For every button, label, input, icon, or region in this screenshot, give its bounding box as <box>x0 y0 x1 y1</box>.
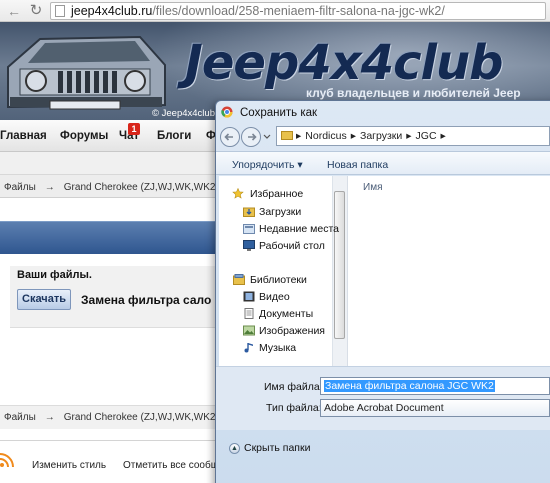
recent-places-icon <box>243 224 255 234</box>
breadcrumb-files[interactable]: Файлы <box>4 412 36 423</box>
nav-item-libraries[interactable]: Библиотеки <box>250 274 307 286</box>
url-field[interactable]: jeep4x4club.ru/files/download/258-meniae… <box>50 2 546 20</box>
back-arrow-icon[interactable]: ← <box>6 3 22 19</box>
dialog-title: Сохранить как <box>240 107 318 119</box>
nav-item-home[interactable]: Главная <box>0 130 47 142</box>
url-path: /files/download/258-meniaem-filtr-salona… <box>152 4 445 18</box>
music-icon <box>244 343 253 353</box>
filename-value: Замена фильтра салона JGC WK2 <box>324 380 495 392</box>
file-title: Замена фильтра сало <box>81 293 212 307</box>
mark-all-read-link[interactable]: Отметить все сообщ <box>123 460 219 471</box>
hide-folders-button[interactable]: Скрыть папки <box>244 442 310 454</box>
folder-icon <box>281 131 293 140</box>
filetype-label: Тип файла: <box>266 402 322 414</box>
nav-item-documents[interactable]: Документы <box>259 308 313 320</box>
chrome-icon <box>221 106 233 118</box>
dialog-fields-area <box>216 366 550 430</box>
path-segment[interactable]: JGC <box>416 130 437 142</box>
change-style-link[interactable]: Изменить стиль <box>32 460 106 471</box>
path-segment[interactable]: Загрузки <box>360 130 402 142</box>
path-segment[interactable]: Nordicus <box>305 130 346 142</box>
nav-item-forums[interactable]: Форумы <box>60 130 108 142</box>
documents-icon <box>244 308 254 319</box>
chat-count-badge: 1 <box>128 123 140 135</box>
address-bar: ← ↻ jeep4x4club.ru/files/download/258-me… <box>0 0 550 22</box>
dialog-nav-buttons <box>220 127 271 147</box>
download-button[interactable]: Скачать <box>17 289 71 310</box>
star-icon <box>232 188 244 199</box>
dialog-forward-button[interactable] <box>241 127 261 147</box>
site-copyright: © Jeep4x4club <box>152 108 215 119</box>
dialog-back-button[interactable] <box>220 127 240 147</box>
rss-icon[interactable] <box>0 453 14 467</box>
nav-item-video[interactable]: Видео <box>259 291 290 303</box>
filename-input[interactable]: Замена фильтра салона JGC WK2 <box>320 377 550 395</box>
column-header-name[interactable]: Имя <box>363 182 382 193</box>
recent-dropdown-icon[interactable] <box>263 134 271 139</box>
libraries-icon <box>233 274 245 285</box>
nav-scroll-thumb[interactable] <box>334 191 345 339</box>
video-icon <box>243 291 255 302</box>
file-list-pane <box>347 176 550 366</box>
page-icon <box>55 5 65 17</box>
nav-item-blogs[interactable]: Блоги <box>157 130 191 142</box>
nav-item-pictures[interactable]: Изображения <box>259 325 325 337</box>
nav-item-desktop[interactable]: Рабочий стол <box>259 240 325 252</box>
breadcrumb-category[interactable]: Grand Cherokee (ZJ,WJ,WK,WK2) и С <box>64 182 237 193</box>
nav-item-music[interactable]: Музыка <box>259 342 296 354</box>
navigation-pane <box>219 176 347 366</box>
nav-item-downloads[interactable]: Загрузки <box>259 206 301 218</box>
your-files-label: Ваши файлы. <box>17 269 92 281</box>
filename-label: Имя файла: <box>264 381 323 393</box>
breadcrumb-arrow: → <box>44 412 55 423</box>
reload-icon[interactable]: ↻ <box>28 3 44 19</box>
breadcrumb-files[interactable]: Файлы <box>4 182 36 193</box>
downloads-folder-icon <box>243 207 255 217</box>
site-tagline: клуб владельцев и любителей Jeep <box>306 86 521 100</box>
nav-item-recent[interactable]: Недавние места <box>259 223 339 235</box>
organize-button[interactable]: Упорядочить ▾ <box>232 159 303 171</box>
nav-item-favorites[interactable]: Избранное <box>250 188 303 200</box>
path-bar[interactable]: ▸ Nordicus ▸ Загрузки ▸ JGC ▸ <box>276 126 550 146</box>
new-folder-button[interactable]: Новая папка <box>327 159 388 171</box>
url-host: jeep4x4club.ru <box>71 4 153 18</box>
breadcrumb-arrow: → <box>44 182 55 193</box>
pictures-icon <box>243 325 255 336</box>
filetype-select[interactable]: Adobe Acrobat Document <box>320 399 550 417</box>
breadcrumb-category[interactable]: Grand Cherokee (ZJ,WJ,WK,WK2) и С <box>64 412 237 423</box>
url-text: jeep4x4club.ru/files/download/258-meniae… <box>71 4 445 18</box>
jeep-car-image <box>7 35 166 110</box>
desktop-icon <box>243 240 255 251</box>
site-logo[interactable]: Jeep4x4club <box>185 36 504 90</box>
collapse-arrow-icon[interactable]: ▲ <box>229 443 240 454</box>
